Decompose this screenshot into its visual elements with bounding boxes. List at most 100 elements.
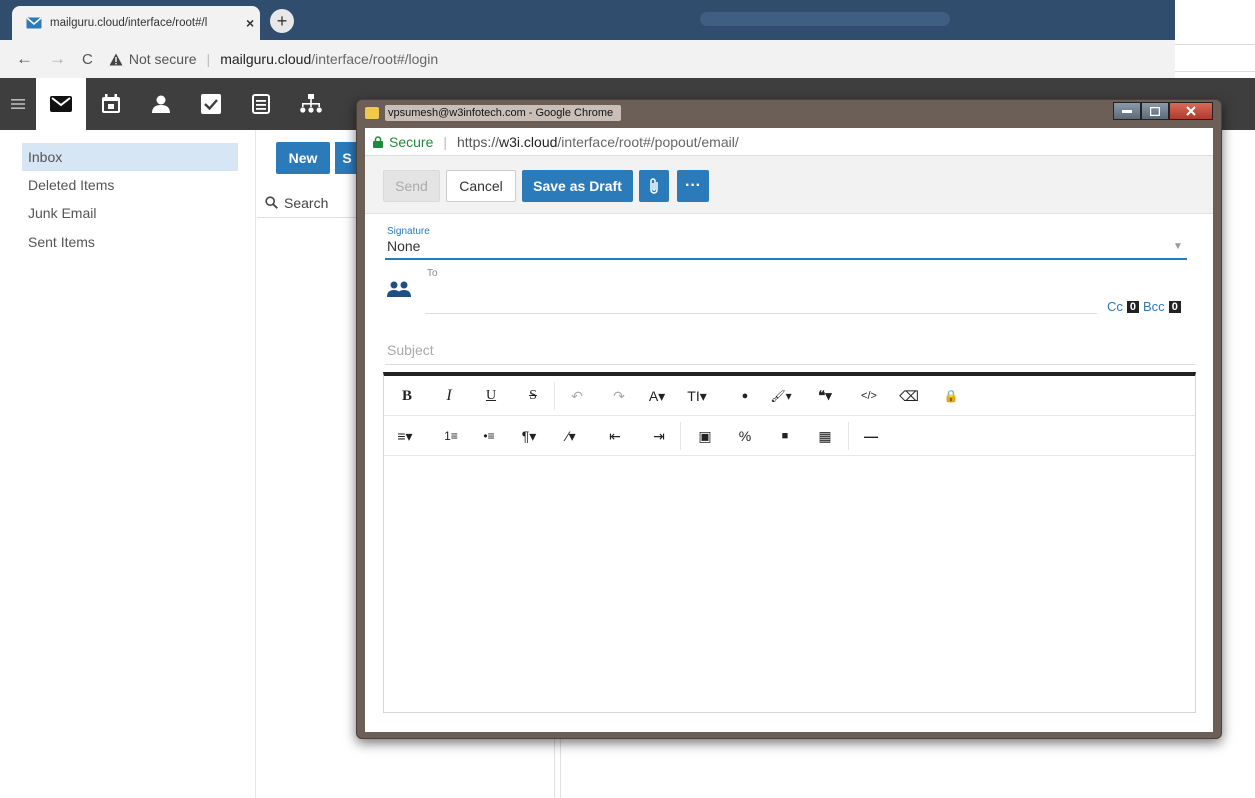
url-separator: | [206,51,211,67]
subject-input[interactable]: Subject [387,342,434,358]
url-field[interactable]: Not secure | mailguru.cloud/interface/ro… [109,51,438,67]
window-controls [1113,102,1213,120]
new-message-button[interactable]: New [276,142,330,174]
tab-close-icon[interactable]: × [246,15,254,31]
blurred-window-title [700,12,950,26]
menu-icon[interactable] [0,78,36,130]
signature-select[interactable]: None [387,238,420,254]
editor-toolbar-row-1: B I U S ↶ ↷ A▾ TI▾ ● 🖌▾ ❝▾ </> ⌫ 🔒 [384,376,1195,416]
popup-window-title: vpsumesh@w3infotech.com - Google Chrome [385,105,622,121]
redo-icon[interactable]: ↷ [608,385,630,407]
lock-toolbar-icon[interactable]: 🔒 [940,385,962,407]
signature-label: Signature [387,226,430,237]
to-input[interactable] [425,313,1097,314]
address-book-icon[interactable] [387,280,411,298]
forward-icon[interactable]: → [49,49,66,69]
strikethrough-button[interactable]: S [522,385,544,407]
send-button[interactable]: Send [383,170,440,202]
url-host: mailguru.cloud [220,51,312,67]
bcc-count-badge: 0 [1168,300,1181,313]
compose-popup-window: vpsumesh@w3infotech.com - Google Chrome … [356,99,1222,739]
new-tab-button[interactable]: + [270,9,294,33]
indent-icon[interactable]: ⇥ [648,425,670,447]
search-icon [265,196,278,209]
compose-toolbar: Send Cancel Save as Draft ··· [365,156,1213,214]
folder-panel: Inbox Deleted Items Junk Email Sent Item… [8,130,256,798]
popup-content: Secure | https://w3i.cloud/interface/roo… [365,128,1213,732]
browser-tab[interactable]: mailguru.cloud/interface/root#/l × [12,6,260,40]
save-as-draft-button[interactable]: Save as Draft [522,170,633,202]
cc-toggle[interactable]: Cc [1107,299,1123,314]
insert-video-icon[interactable]: ■ [774,425,796,447]
folder-junk-email[interactable]: Junk Email [22,199,238,227]
popup-address-bar[interactable]: Secure | https://w3i.cloud/interface/roo… [365,128,1213,156]
toolbar-right-area [1222,78,1255,130]
lock-icon [373,135,383,148]
code-view-icon[interactable]: </> [858,385,880,407]
toolbar-divider [848,422,849,450]
color-drop-icon[interactable]: ● [734,385,756,407]
outdent-icon[interactable]: ⇤ [604,425,626,447]
toolbar-divider [554,382,555,410]
popup-url-separator: | [443,133,447,150]
bcc-toggle[interactable]: Bcc [1143,299,1165,314]
popup-url-host: w3i.cloud [499,133,558,150]
bold-button[interactable]: B [396,385,418,407]
ordered-list-icon[interactable]: 1≡ [440,425,462,447]
to-label: To [427,268,438,279]
contacts-icon[interactable] [136,78,186,130]
tasks-icon[interactable] [186,78,236,130]
align-dropdown-icon[interactable]: ≡▾ [394,425,416,447]
popup-titlebar[interactable]: vpsumesh@w3infotech.com - Google Chrome [357,100,1221,126]
cancel-button[interactable]: Cancel [446,170,516,202]
warning-icon [109,53,123,66]
italic-button[interactable]: I [438,385,460,407]
popup-url-path: /interface/root#/popout/email/ [557,133,739,150]
font-family-dropdown[interactable]: A▾ [646,385,668,407]
mail-favicon-icon [26,17,42,29]
quote-icon[interactable]: ❝▾ [814,385,836,407]
tab-title: mailguru.cloud/interface/root#/l [50,17,208,29]
unordered-list-icon[interactable]: •≡ [478,425,500,447]
undo-icon[interactable]: ↶ [566,385,588,407]
insert-image-icon[interactable]: ▣ [694,425,716,447]
address-bar-extension [1175,44,1255,72]
notes-icon[interactable] [236,78,286,130]
popup-url-scheme: https:// [457,133,500,150]
browser-tabstrip: mailguru.cloud/interface/root#/l × + [0,0,1175,40]
security-status: Not secure [128,51,197,67]
line-height-icon[interactable]: ⁄▾ [560,425,582,447]
attach-button[interactable] [639,170,669,202]
paragraph-format-icon[interactable]: ¶▾ [518,425,540,447]
folder-sent-items[interactable]: Sent Items [22,228,238,256]
maximize-icon[interactable] [1141,102,1169,120]
popup-favicon-icon [365,107,379,119]
rich-text-editor: B I U S ↶ ↷ A▾ TI▾ ● 🖌▾ ❝▾ </> ⌫ 🔒 ≡▾ 1≡… [383,372,1196,713]
signature-underline [385,258,1187,260]
minimize-icon[interactable] [1113,102,1141,120]
insert-link-icon[interactable]: % [734,425,756,447]
organization-icon[interactable] [286,78,336,130]
reload-icon[interactable]: C [82,51,93,68]
toolbar-divider [680,422,681,450]
horizontal-rule-icon[interactable]: — [860,425,882,447]
calendar-icon[interactable] [86,78,136,130]
mail-app-icon[interactable] [36,78,86,130]
more-options-button[interactable]: ··· [677,170,709,202]
underline-button[interactable]: U [480,385,502,407]
message-body-editor[interactable] [384,457,1195,713]
folder-inbox[interactable]: Inbox [22,143,238,171]
subject-underline [385,364,1195,365]
clear-format-icon[interactable]: ⌫ [898,385,920,407]
folder-deleted-items[interactable]: Deleted Items [22,171,238,199]
browser-address-bar: ← → C Not secure | mailguru.cloud/interf… [0,40,1175,78]
back-icon[interactable]: ← [16,49,33,69]
editor-toolbar-row-2: ≡▾ 1≡ •≡ ¶▾ ⁄▾ ⇤ ⇥ ▣ % ■ ▦ — [384,416,1195,456]
window-close-icon[interactable] [1169,102,1213,120]
cc-count-badge: 0 [1126,300,1140,313]
insert-table-icon[interactable]: ▦ [814,425,836,447]
signature-dropdown-icon[interactable]: ▼ [1173,241,1183,252]
paint-brush-icon[interactable]: 🖌▾ [770,385,792,407]
secure-label: Secure [389,133,434,150]
font-size-dropdown[interactable]: TI▾ [686,385,708,407]
